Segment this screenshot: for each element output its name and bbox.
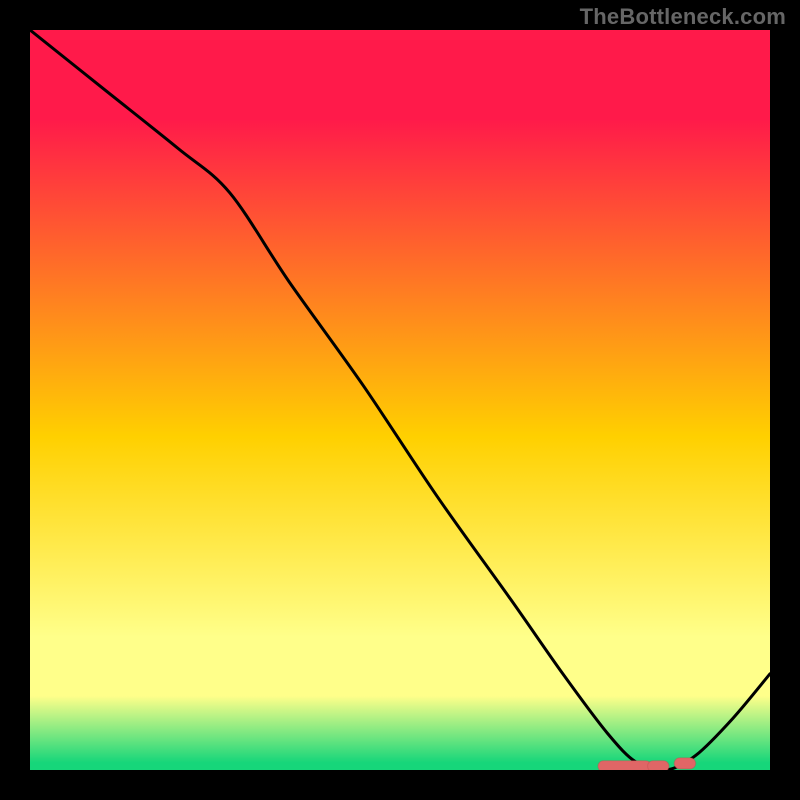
watermark-text: TheBottleneck.com (580, 4, 786, 30)
plot-area (30, 30, 770, 770)
chart-svg (30, 30, 770, 770)
chart-container: TheBottleneck.com (0, 0, 800, 800)
